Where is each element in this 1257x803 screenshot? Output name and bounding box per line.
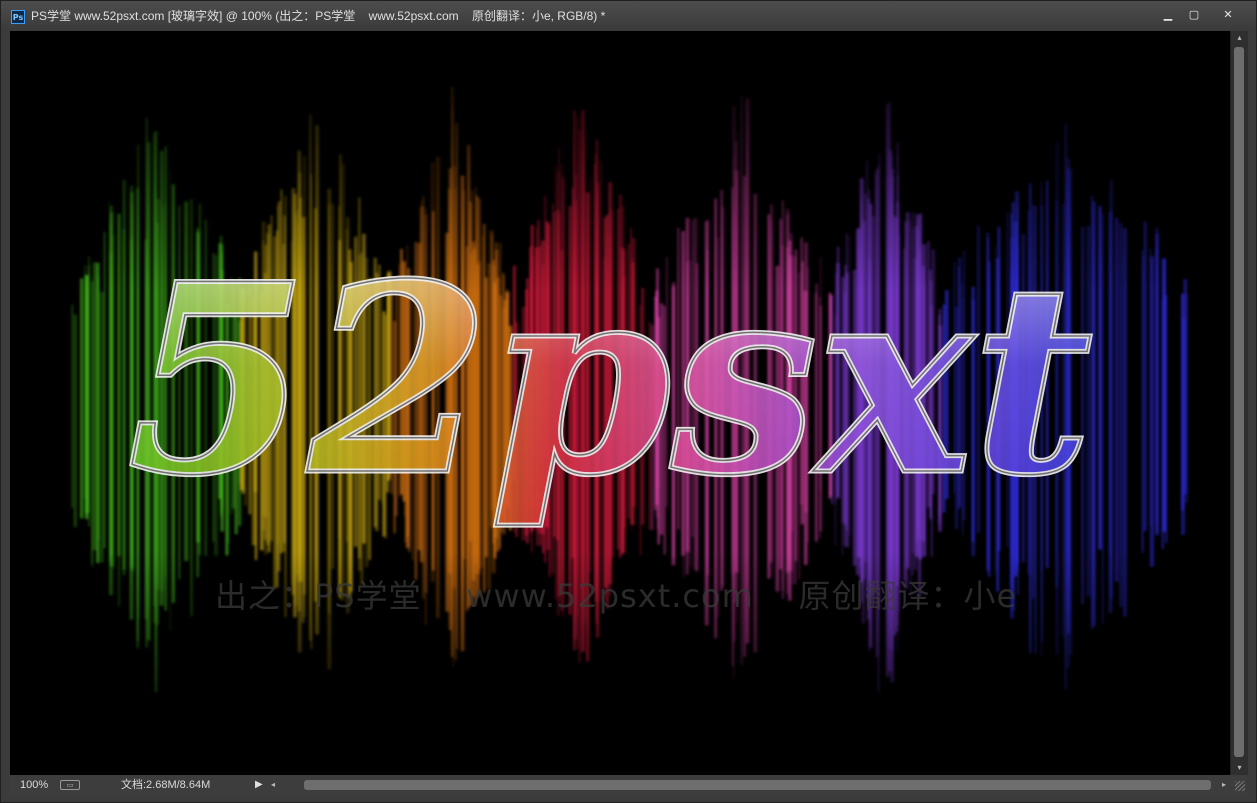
vertical-scrollbar[interactable]: ▴ ▾ — [1230, 31, 1248, 775]
title-bar[interactable]: Ps PS学堂 www.52psxt.com [玻璃字效] @ 100% (出之… — [1, 1, 1256, 31]
window-title: PS学堂 www.52psxt.com [玻璃字效] @ 100% (出之：PS… — [31, 9, 606, 23]
document-window: Ps PS学堂 www.52psxt.com [玻璃字效] @ 100% (出之… — [0, 0, 1257, 803]
document-profile-icon[interactable]: ▭ — [60, 780, 80, 790]
scroll-right-icon[interactable]: ▸ — [1222, 775, 1226, 795]
status-menu-play-icon[interactable]: ▶ — [255, 775, 263, 795]
document-size-info: 文档:2.68M/8.64M — [121, 779, 211, 791]
status-bar: 100% ▭ 文档:2.68M/8.64M ▶ ◂ ▸ — [10, 775, 1247, 795]
close-button[interactable]: ✕ — [1208, 7, 1248, 23]
zoom-level[interactable]: 100% — [20, 775, 48, 795]
scroll-up-icon[interactable]: ▴ — [1231, 31, 1248, 45]
resize-grip-icon[interactable] — [1235, 781, 1245, 791]
horizontal-scroll-thumb[interactable] — [304, 780, 1211, 790]
logo-glass-highlight: 52psxt — [127, 228, 1092, 533]
scroll-left-icon[interactable]: ◂ — [271, 775, 275, 795]
vertical-scroll-thumb[interactable] — [1234, 47, 1244, 757]
maximize-button[interactable]: ▢ — [1182, 7, 1206, 23]
watermark-text: 出之：PS学堂 www.52psxt.com 原创翻译：小e — [215, 577, 1018, 615]
document-canvas[interactable]: 52psxt 52psxt 出之：PS学堂 www.52psxt.com 原创翻… — [10, 31, 1230, 775]
window-controls: ▁ ▢ ✕ — [1156, 7, 1248, 23]
glass-logo-artwork: 52psxt 52psxt — [125, 226, 1095, 536]
photoshop-app-icon: Ps — [11, 10, 25, 24]
scroll-down-icon[interactable]: ▾ — [1231, 761, 1248, 775]
minimize-button[interactable]: ▁ — [1156, 7, 1180, 23]
